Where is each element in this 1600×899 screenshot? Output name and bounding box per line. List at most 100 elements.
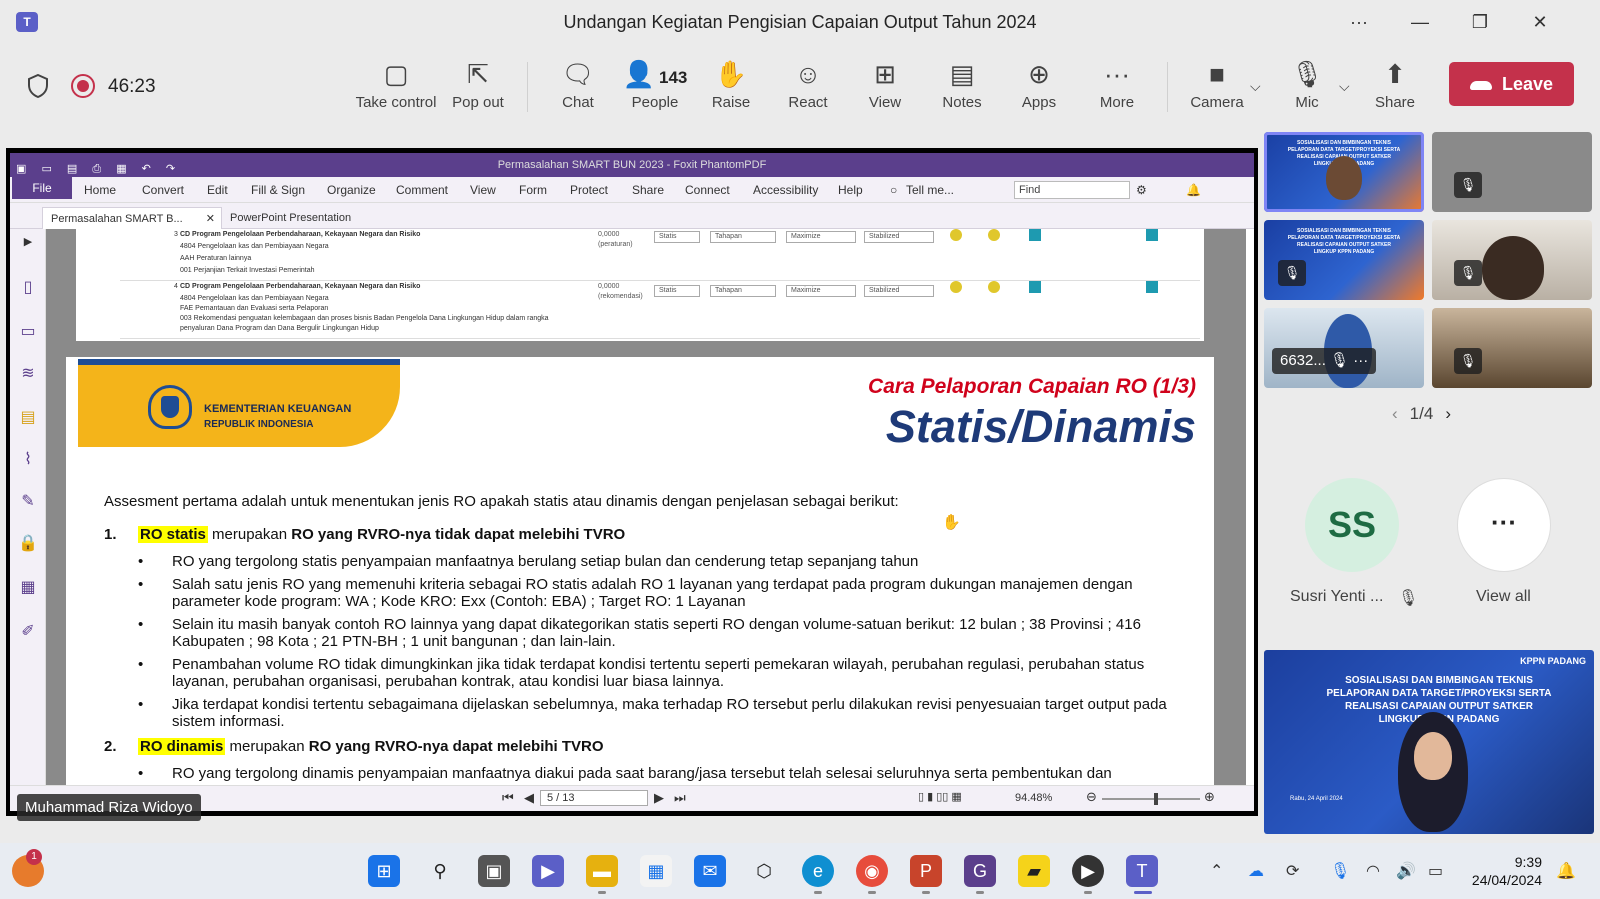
file-explorer-icon[interactable]: ▬ bbox=[586, 855, 618, 887]
menu-convert[interactable]: Convert bbox=[142, 183, 184, 197]
pages-icon[interactable]: ▭ bbox=[18, 321, 38, 341]
window-more-button[interactable]: ··· bbox=[1339, 8, 1379, 36]
view-all-button[interactable]: ··· bbox=[1457, 478, 1551, 572]
first-page-icon[interactable]: ⏮ bbox=[502, 790, 514, 806]
powerpoint-icon[interactable]: P bbox=[910, 855, 942, 887]
self-view-video[interactable]: KPPN PADANG SOSIALISASI DAN BIMBINGAN TE… bbox=[1264, 650, 1594, 834]
tab-close-icon[interactable]: ✕ bbox=[206, 208, 215, 230]
battery-icon[interactable]: ▭ bbox=[1428, 861, 1443, 881]
menu-protect[interactable]: Protect bbox=[570, 183, 608, 197]
zoom-in-icon[interactable]: ⊕ bbox=[1204, 789, 1215, 805]
menu-accessibility[interactable]: Accessibility bbox=[753, 183, 818, 197]
participant-tile[interactable]: 🎙 bbox=[1432, 308, 1592, 388]
menu-edit[interactable]: Edit bbox=[207, 183, 228, 197]
prev-page-icon[interactable]: ◀ bbox=[524, 790, 534, 806]
raise-hand-button[interactable]: ✋ Raise bbox=[692, 56, 770, 118]
zoom-out-icon[interactable]: ⊖ bbox=[1086, 789, 1097, 805]
tahapan-select[interactable]: Tahapan bbox=[710, 231, 776, 243]
layers-icon[interactable]: ≋ bbox=[18, 363, 38, 383]
notes-button[interactable]: ▤ Notes bbox=[923, 56, 1001, 118]
next-page-icon[interactable]: ▶ bbox=[654, 790, 664, 806]
menu-home[interactable]: Home bbox=[84, 183, 116, 197]
chrome-browser-icon[interactable]: ◉ bbox=[856, 855, 888, 887]
security-lock-icon[interactable]: 🔒 bbox=[18, 533, 38, 553]
tab-powerpoint[interactable]: PowerPoint Presentation bbox=[222, 207, 359, 229]
save-icon[interactable] bbox=[1029, 281, 1041, 293]
foxit-pdf-icon[interactable]: G bbox=[964, 855, 996, 887]
jenis-select[interactable]: Statis bbox=[654, 285, 700, 297]
sync-icon[interactable]: ⟳ bbox=[1286, 861, 1299, 881]
menu-share[interactable]: Share bbox=[632, 183, 664, 197]
tab-permasalahan[interactable]: Permasalahan SMART B... ✕ bbox=[42, 207, 222, 229]
jenis-select[interactable]: Statis bbox=[654, 231, 700, 243]
shield-icon[interactable] bbox=[27, 74, 49, 98]
volume-icon[interactable]: 🔊 bbox=[1396, 861, 1416, 881]
warning-icon[interactable] bbox=[988, 281, 1000, 293]
start-menu-icon[interactable]: ⊞ bbox=[368, 855, 400, 887]
zoom-level[interactable]: 94.48% bbox=[1015, 792, 1052, 804]
more-button[interactable]: ··· More bbox=[1078, 56, 1156, 118]
minimize-button[interactable]: — bbox=[1400, 8, 1440, 36]
view-button[interactable]: ⊞ View bbox=[846, 56, 924, 118]
gallery-prev-icon[interactable]: ‹ bbox=[1392, 404, 1398, 423]
mail-icon[interactable]: ✉ bbox=[694, 855, 726, 887]
participant-tile[interactable]: 6632... 🎙 ··· bbox=[1264, 308, 1424, 388]
tahapan-select[interactable]: Tahapan bbox=[710, 285, 776, 297]
menu-comment[interactable]: Comment bbox=[396, 183, 448, 197]
app-hexagon-icon[interactable]: ⬡ bbox=[748, 855, 780, 887]
close-window-button[interactable]: ✕ bbox=[1520, 8, 1560, 36]
view-all-label[interactable]: View all bbox=[1476, 588, 1531, 606]
show-hidden-icons-chevron-icon[interactable]: ⌃ bbox=[1210, 861, 1223, 881]
restore-button[interactable]: ❐ bbox=[1460, 8, 1500, 36]
react-button[interactable]: ☺ React bbox=[769, 56, 847, 118]
wifi-icon[interactable]: ◠ bbox=[1366, 861, 1380, 881]
teams-chat-icon[interactable]: ▶ bbox=[532, 855, 564, 887]
edge-browser-icon[interactable]: e bbox=[802, 855, 834, 887]
page-layout-icons[interactable]: ▯ ▮ ▯▯ ▦ bbox=[918, 790, 962, 803]
expand-panel-icon[interactable]: ▶ bbox=[18, 235, 38, 255]
system-clock[interactable]: 9:39 24/04/2024 bbox=[1462, 853, 1542, 889]
form-fields-icon[interactable]: ▦ bbox=[18, 577, 38, 597]
maximize-select[interactable]: Maximize bbox=[786, 285, 856, 297]
chat-button[interactable]: 🗨 Chat bbox=[539, 56, 617, 118]
settings-gear-icon[interactable]: ⚙ bbox=[1136, 183, 1147, 197]
menu-help[interactable]: Help bbox=[838, 183, 863, 197]
microsoft-store-icon[interactable]: ▦ bbox=[640, 855, 672, 887]
leave-button[interactable]: Leave bbox=[1449, 62, 1574, 106]
menu-view[interactable]: View bbox=[470, 183, 496, 197]
participant-tile[interactable]: SOSIALISASI DAN BIMBINGAN TEKNIS PELAPOR… bbox=[1264, 132, 1424, 212]
participant-tile[interactable]: 🎙 bbox=[1432, 220, 1592, 300]
onedrive-icon[interactable]: ☁ bbox=[1248, 861, 1264, 881]
pop-out-button[interactable]: ⇱ Pop out bbox=[439, 56, 517, 118]
stabilized-select[interactable]: Stabilized bbox=[864, 231, 934, 243]
camera-button[interactable]: ■ Camera bbox=[1178, 56, 1256, 118]
menu-form[interactable]: Form bbox=[519, 183, 547, 197]
apps-button[interactable]: ⊕ Apps bbox=[1000, 56, 1078, 118]
mic-options-chevron-icon[interactable]: ⌵ bbox=[1339, 78, 1350, 95]
menu-connect[interactable]: Connect bbox=[685, 183, 730, 197]
zoom-slider-knob[interactable] bbox=[1153, 793, 1158, 805]
participant-tile[interactable]: SOSIALISASI DAN BIMBINGAN TEKNIS PELAPOR… bbox=[1264, 220, 1424, 300]
tile-more-icon[interactable]: ··· bbox=[1353, 352, 1368, 369]
zoom-slider[interactable] bbox=[1102, 793, 1200, 805]
page-number-field[interactable]: 5 / 13 bbox=[540, 790, 648, 806]
media-player-icon[interactable]: ▶ bbox=[1072, 855, 1104, 887]
stabilized-select[interactable]: Stabilized bbox=[864, 285, 934, 297]
comments-icon[interactable]: ▤ bbox=[18, 407, 38, 427]
warning-icon[interactable] bbox=[950, 229, 962, 241]
save-icon[interactable] bbox=[1029, 229, 1041, 241]
maximize-select[interactable]: Maximize bbox=[786, 231, 856, 243]
take-control-button[interactable]: ▢ Take control bbox=[353, 56, 439, 118]
lock-icon[interactable] bbox=[1146, 281, 1158, 293]
menu-organize[interactable]: Organize bbox=[327, 183, 376, 197]
tell-me-box[interactable]: Tell me... bbox=[906, 183, 954, 197]
microphone-tray-icon[interactable]: 🎙 bbox=[1330, 861, 1350, 881]
gallery-next-icon[interactable]: › bbox=[1445, 404, 1451, 423]
people-button[interactable]: 👤 143 People bbox=[614, 56, 696, 118]
menu-fill-sign[interactable]: Fill & Sign bbox=[251, 183, 305, 197]
warning-icon[interactable] bbox=[950, 281, 962, 293]
task-view-icon[interactable]: ▣ bbox=[478, 855, 510, 887]
teams-icon[interactable]: T bbox=[1126, 855, 1158, 887]
lock-icon[interactable] bbox=[1146, 229, 1158, 241]
mic-button[interactable]: 🎙 Mic bbox=[1268, 56, 1346, 118]
